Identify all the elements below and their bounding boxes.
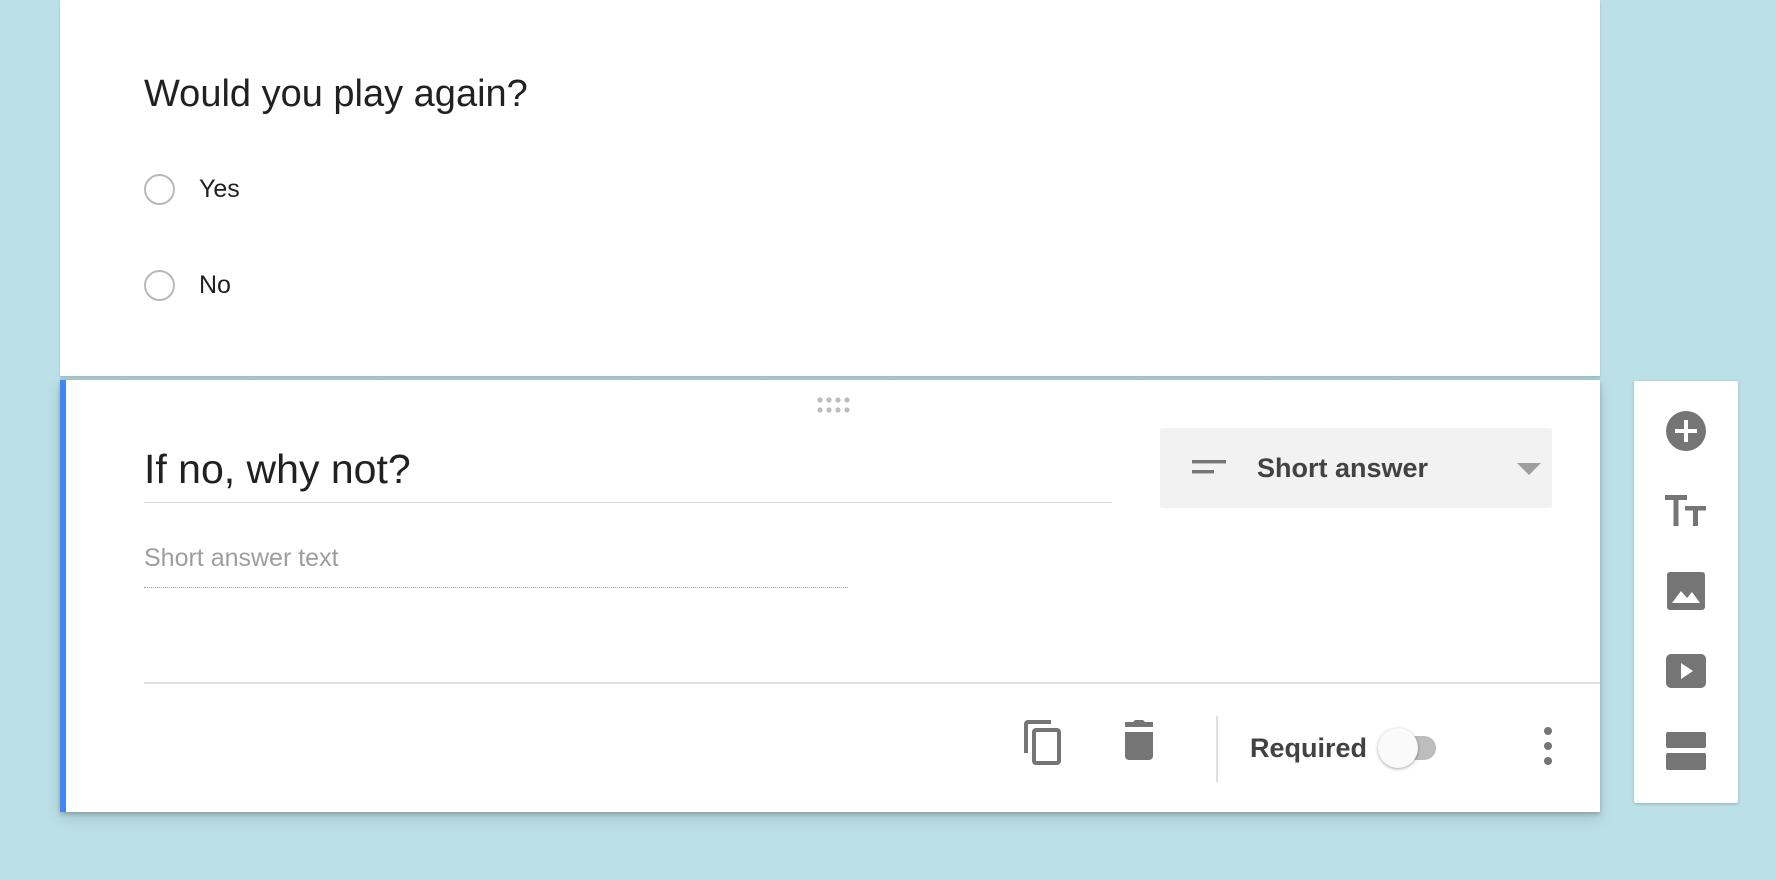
answer-type-dropdown[interactable]: Short answer <box>1160 428 1552 508</box>
question-title: Would you play again? <box>144 73 528 115</box>
question-title-input[interactable]: If no, why not? <box>144 440 1112 503</box>
add-item-toolbar <box>1634 381 1738 803</box>
radio-option-no[interactable]: No <box>144 267 231 303</box>
radio-label: No <box>199 270 231 299</box>
question-card-play-again[interactable]: Would you play again? Yes No <box>60 0 1600 376</box>
radio-button[interactable] <box>144 269 175 301</box>
copy-icon[interactable] <box>1022 718 1064 771</box>
footer-divider <box>144 682 1600 684</box>
radio-label: Yes <box>199 174 240 203</box>
short-answer-preview: Short answer text <box>144 544 848 588</box>
add-title-icon[interactable] <box>1660 485 1712 537</box>
more-vert-icon[interactable] <box>1543 726 1553 771</box>
required-toggle-knob[interactable] <box>1378 728 1418 768</box>
answer-type-label: Short answer <box>1257 453 1429 483</box>
trash-icon[interactable] <box>1123 720 1155 765</box>
add-video-icon[interactable] <box>1660 645 1712 697</box>
add-section-icon[interactable] <box>1660 725 1712 777</box>
drag-handle-icon[interactable] <box>816 395 850 415</box>
question-card-why-not[interactable]: If no, why not? Short answer Short answe… <box>60 375 1600 812</box>
required-label: Required <box>1250 733 1368 763</box>
question-title-text: If no, why not? <box>144 446 411 492</box>
short-text-lines-icon <box>1192 460 1226 479</box>
add-question-icon[interactable] <box>1660 405 1712 457</box>
caret-down-icon <box>1517 462 1541 480</box>
radio-button[interactable] <box>144 173 175 205</box>
radio-option-yes[interactable]: Yes <box>144 171 240 207</box>
short-answer-placeholder: Short answer text <box>144 544 339 572</box>
add-image-icon[interactable] <box>1660 565 1712 617</box>
footer-vertical-divider <box>1216 716 1218 782</box>
